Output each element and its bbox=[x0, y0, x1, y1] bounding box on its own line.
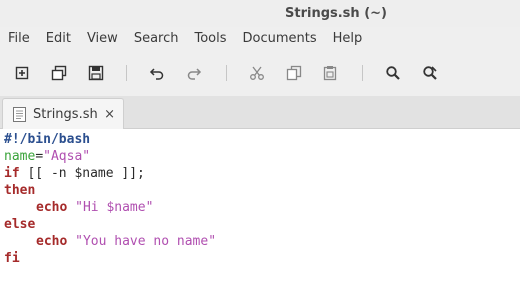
text-file-icon bbox=[13, 106, 26, 122]
paste-icon bbox=[323, 66, 337, 81]
copy-icon bbox=[286, 65, 302, 81]
code-line-8: fi bbox=[4, 250, 20, 267]
menu-view[interactable]: View bbox=[79, 27, 126, 51]
assign-operator: = bbox=[35, 149, 44, 164]
toolbar-separator bbox=[362, 65, 363, 81]
paste-button[interactable] bbox=[317, 60, 343, 86]
new-document-icon bbox=[15, 66, 29, 80]
window-titlebar: Strings.sh (~) bbox=[0, 0, 520, 27]
tab-label: Strings.sh bbox=[33, 106, 98, 122]
cut-icon bbox=[250, 66, 264, 80]
menu-bar: File Edit View Search Tools Documents He… bbox=[0, 27, 520, 51]
menu-edit[interactable]: Edit bbox=[38, 27, 79, 51]
code-line-6: else bbox=[4, 216, 35, 233]
code-line-3: if [[ -n $name ]]; bbox=[4, 165, 145, 182]
variable-name: name bbox=[4, 149, 36, 164]
code-editor[interactable]: #!/bin/bash name="Aqsa" if [[ -n $name ]… bbox=[0, 129, 520, 283]
string-literal: "Hi $name" bbox=[75, 200, 154, 215]
code-line-1: #!/bin/bash bbox=[4, 131, 90, 148]
string-literal: "Aqsa" bbox=[43, 149, 91, 164]
shebang: #!/bin/bash bbox=[4, 132, 91, 147]
code-line-4: then bbox=[4, 182, 35, 199]
code-line-5: echo "Hi $name" bbox=[36, 199, 153, 216]
keyword-fi: fi bbox=[4, 251, 20, 266]
tab-bar: Strings.sh × bbox=[0, 96, 520, 129]
redo-icon bbox=[187, 68, 202, 80]
redo-button[interactable] bbox=[181, 60, 207, 86]
new-document-button[interactable] bbox=[9, 60, 35, 86]
search-replace-icon bbox=[423, 66, 437, 80]
keyword-else: else bbox=[4, 217, 36, 232]
open-button[interactable] bbox=[46, 60, 72, 86]
code-line-2: name="Aqsa" bbox=[4, 148, 90, 165]
search-button[interactable] bbox=[380, 60, 406, 86]
menu-file[interactable]: File bbox=[0, 27, 38, 51]
condition: [[ -n $name ]]; bbox=[19, 166, 145, 181]
save-icon bbox=[88, 65, 104, 81]
search-replace-button[interactable] bbox=[417, 60, 443, 86]
code-line-7: echo "You have no name" bbox=[36, 233, 216, 250]
tab-strings-sh[interactable]: Strings.sh × bbox=[2, 98, 124, 129]
save-button[interactable] bbox=[83, 60, 109, 86]
keyword-echo: echo bbox=[36, 234, 68, 249]
keyword-if: if bbox=[4, 166, 20, 181]
menu-search[interactable]: Search bbox=[126, 27, 187, 51]
string-literal: "You have no name" bbox=[75, 234, 217, 249]
toolbar-separator bbox=[226, 65, 227, 81]
menu-documents[interactable]: Documents bbox=[235, 27, 325, 51]
undo-icon bbox=[149, 68, 164, 80]
menu-tools[interactable]: Tools bbox=[186, 27, 234, 51]
toolbar-separator bbox=[126, 65, 127, 81]
close-icon[interactable]: × bbox=[104, 107, 115, 122]
toolbar bbox=[0, 56, 520, 90]
copy-button[interactable] bbox=[281, 60, 307, 86]
search-icon bbox=[386, 66, 400, 80]
keyword-echo: echo bbox=[36, 200, 68, 215]
open-copy-icon bbox=[51, 65, 67, 81]
menu-help[interactable]: Help bbox=[325, 27, 371, 51]
cut-button[interactable] bbox=[244, 60, 270, 86]
window-title: Strings.sh (~) bbox=[285, 6, 387, 21]
undo-button[interactable] bbox=[144, 60, 170, 86]
keyword-then: then bbox=[4, 183, 36, 198]
